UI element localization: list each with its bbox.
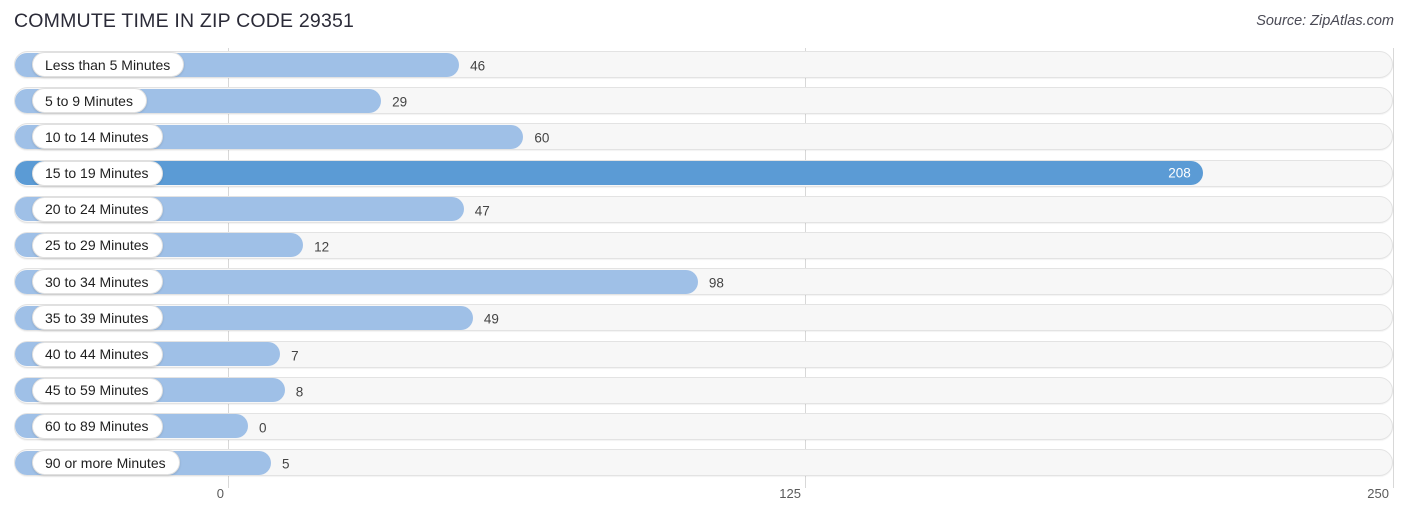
bar-value-label: 47 — [474, 203, 490, 219]
bar-row[interactable]: 46 Less than 5 Minutes — [0, 48, 1406, 84]
category-label: 60 to 89 Minutes — [32, 413, 163, 439]
bar-row[interactable]: 7 40 to 44 Minutes — [0, 338, 1406, 374]
chart-header: COMMUTE TIME IN ZIP CODE 29351 Source: Z… — [0, 0, 1406, 46]
axis-tick-label: 125 — [779, 486, 801, 501]
axis-tick-label: 250 — [1367, 486, 1389, 501]
category-label: 40 to 44 Minutes — [32, 341, 163, 367]
bar-row[interactable]: 49 35 to 39 Minutes — [0, 301, 1406, 337]
bar-row[interactable]: 98 30 to 34 Minutes — [0, 265, 1406, 301]
bar-value-label: 49 — [483, 311, 499, 327]
bar-row[interactable]: 5 90 or more Minutes — [0, 446, 1406, 482]
bar-value-label: 29 — [392, 94, 408, 110]
category-label: 30 to 34 Minutes — [32, 269, 163, 295]
category-label: Less than 5 Minutes — [32, 52, 185, 77]
bar-value-label: 5 — [281, 456, 290, 472]
axis-tick-label: 0 — [216, 486, 224, 501]
plot-area: 46 Less than 5 Minutes 29 5 to 9 Minutes 60 1… — [0, 48, 1406, 488]
category-label: 35 to 39 Minutes — [32, 305, 163, 331]
bar-row[interactable]: 208 15 to 19 Minutes — [0, 157, 1406, 193]
category-label: 20 to 24 Minutes — [32, 196, 163, 222]
bar-row[interactable]: 0 60 to 89 Minutes — [0, 410, 1406, 446]
bar-row[interactable]: 12 25 to 29 Minutes — [0, 229, 1406, 265]
bar-rows: 46 Less than 5 Minutes 29 5 to 9 Minutes 60 1… — [0, 48, 1406, 482]
bar-value-label: 46 — [470, 58, 486, 74]
category-label: 25 to 29 Minutes — [32, 232, 163, 258]
category-label: 45 to 59 Minutes — [32, 377, 163, 403]
bar-row[interactable]: 60 10 to 14 Minutes — [0, 120, 1406, 156]
bar[interactable]: 208 — [15, 161, 1203, 186]
category-label: 15 to 19 Minutes — [32, 160, 163, 186]
source-attribution: Source: ZipAtlas.com — [1256, 13, 1394, 29]
bar-value-label: 12 — [314, 239, 330, 255]
bar-value-label: 60 — [534, 130, 550, 146]
chart-container: COMMUTE TIME IN ZIP CODE 29351 Source: Z… — [0, 0, 1406, 523]
page-title: COMMUTE TIME IN ZIP CODE 29351 — [14, 10, 355, 32]
bar-value-label: 8 — [295, 384, 304, 400]
bar-value-label: 7 — [291, 348, 299, 364]
category-label: 10 to 14 Minutes — [32, 124, 163, 150]
bar-value-label: 0 — [259, 420, 267, 436]
category-label: 5 to 9 Minutes — [32, 88, 147, 114]
category-label: 90 or more Minutes — [32, 450, 180, 476]
bar-row[interactable]: 8 45 to 59 Minutes — [0, 374, 1406, 410]
bar-row[interactable]: 47 20 to 24 Minutes — [0, 193, 1406, 229]
x-axis: 0 125 250 — [0, 486, 1406, 516]
bar-value-label: 208 — [1168, 165, 1191, 181]
bar-value-label: 98 — [708, 275, 724, 291]
bar-row[interactable]: 29 5 to 9 Minutes — [0, 84, 1406, 120]
